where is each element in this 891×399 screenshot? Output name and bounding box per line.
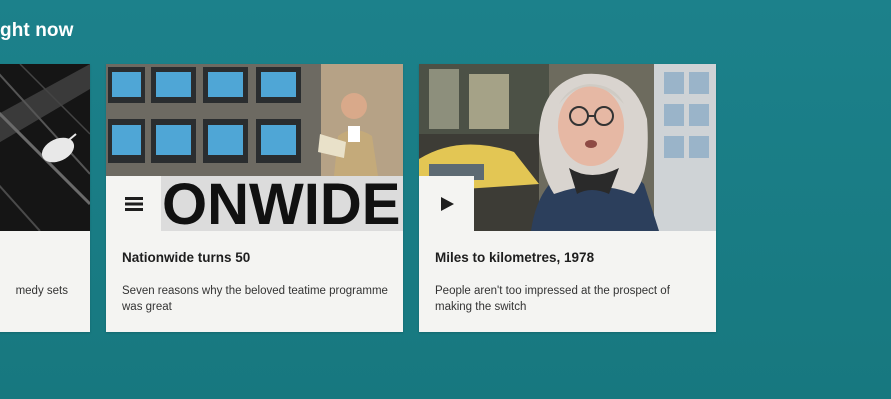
content-card[interactable]: Miles to kilometres, 1978 People aren't … [419, 64, 716, 332]
page: ght now medy sets ONWIDE Nationwide turn… [0, 0, 891, 399]
card-title[interactable]: Miles to kilometres, 1978 [435, 250, 706, 265]
card-summary: People aren't too impressed at the prosp… [435, 285, 670, 313]
card-thumbnail: ONWIDE [106, 64, 403, 231]
article-type-badge [106, 176, 161, 231]
article-menu-icon [124, 196, 143, 212]
play-icon [439, 196, 455, 212]
card-title[interactable]: Nationwide turns 50 [122, 250, 393, 265]
section-heading: ght now [0, 20, 74, 41]
card-thumbnail [419, 64, 716, 231]
svg-text:ONWIDE: ONWIDE [162, 172, 400, 231]
card-thumbnail [0, 64, 90, 231]
content-card-partial[interactable]: medy sets [0, 64, 90, 332]
content-card[interactable]: ONWIDE Nationwide turns 50 Seven reasons… [106, 64, 403, 332]
card-summary: Seven reasons why the beloved teatime pr… [122, 285, 388, 313]
video-type-badge [419, 176, 474, 231]
card-summary: medy sets [15, 285, 68, 297]
